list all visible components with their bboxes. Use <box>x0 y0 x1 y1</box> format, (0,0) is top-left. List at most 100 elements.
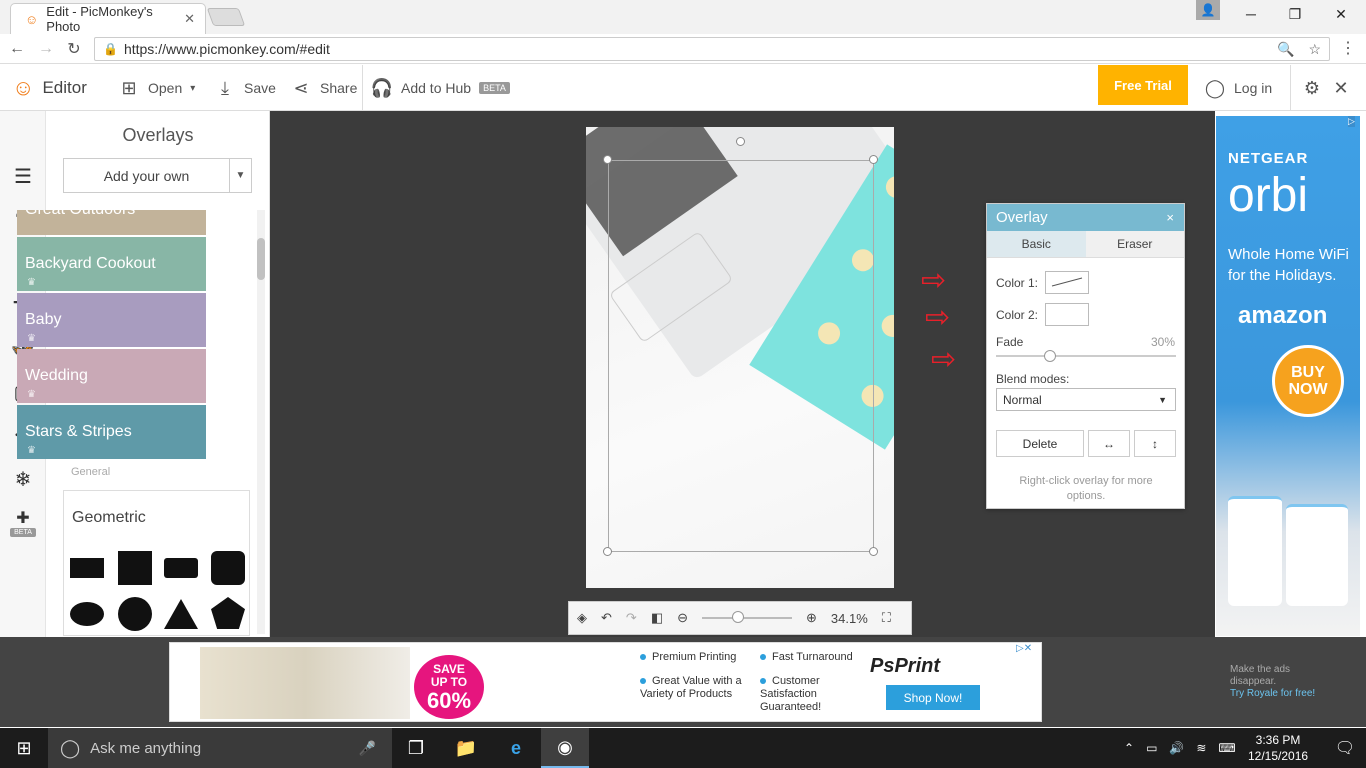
tab-close-icon[interactable]: ✕ <box>184 11 195 27</box>
battery-icon[interactable]: ▭ <box>1146 741 1157 755</box>
login-button[interactable]: ◯ Log in <box>1204 65 1272 111</box>
overlay-category-item[interactable]: Wedding ♛ <box>17 349 206 403</box>
fade-slider[interactable] <box>996 355 1176 357</box>
minimize-button[interactable]: ─ <box>1228 0 1274 28</box>
royale-crown-icon: ♛ <box>27 333 36 344</box>
beta-tool-icon[interactable]: ✚ BETA <box>8 507 38 537</box>
overlay-selection-frame[interactable] <box>608 160 874 552</box>
square-shape[interactable] <box>118 551 152 585</box>
reload-icon[interactable]: ↻ <box>63 38 85 60</box>
zoom-magnifier-icon[interactable]: 🔍 <box>1277 41 1294 58</box>
chevron-down-icon[interactable]: ▼ <box>229 159 251 192</box>
circle-shape[interactable] <box>118 597 152 631</box>
ellipse-shape[interactable] <box>70 602 104 626</box>
new-tab-button[interactable] <box>206 8 246 26</box>
overlay-category-item[interactable]: Backyard Cookout ♛ <box>17 237 206 291</box>
settings-button[interactable]: ⚙ <box>1290 65 1323 111</box>
overlay-category-item[interactable]: Baby ♛ <box>17 293 206 347</box>
router-image <box>1286 504 1348 606</box>
adjust-sliders-icon[interactable]: ☰ <box>8 161 38 191</box>
task-view-icon[interactable]: ❐ <box>392 728 440 768</box>
rounded-square-shape[interactable] <box>211 551 245 585</box>
chevron-up-icon[interactable]: ⌃ <box>1124 741 1134 755</box>
dialog-close-icon[interactable]: × <box>1166 210 1174 225</box>
color2-swatch[interactable] <box>1045 303 1089 326</box>
royale-link[interactable]: Try Royale for free! <box>1230 688 1315 700</box>
photo-canvas[interactable] <box>586 127 894 588</box>
add-your-own-button[interactable]: Add your own ▼ <box>63 158 252 193</box>
overlay-category-item[interactable]: Stars & Stripes ♛ <box>17 405 206 459</box>
bookmark-star-icon[interactable]: ☆ <box>1308 41 1321 58</box>
cortana-search[interactable]: ◯ Ask me anything 🎤 <box>48 728 392 768</box>
microphone-icon[interactable]: 🎤 <box>359 740 376 757</box>
zoom-toolbar: ◈ ↶ ↷ ◧ ⊖ ⊕ 34.1% ⛶ <box>568 601 912 635</box>
ad-choices-icon[interactable]: ▷ <box>1348 116 1355 127</box>
resize-handle[interactable] <box>869 155 878 164</box>
open-button[interactable]: ⊞ Open ▾ <box>118 65 195 111</box>
resize-handle[interactable] <box>603 547 612 556</box>
fullscreen-icon[interactable]: ⛶ <box>882 610 891 626</box>
scrollbar-thumb[interactable] <box>257 238 265 280</box>
profile-icon[interactable]: 👤 <box>1196 0 1220 20</box>
back-arrow-icon[interactable]: ← <box>6 38 28 60</box>
overlay-category-item[interactable]: Great Outdoors <box>17 210 206 235</box>
feature-item: Premium Printing <box>640 651 736 664</box>
color1-swatch[interactable] <box>1045 271 1089 294</box>
redo-icon[interactable]: ↷ <box>626 610 637 626</box>
themes-snowflake-icon[interactable]: ❄ <box>8 464 38 494</box>
fade-slider-knob[interactable] <box>1044 350 1056 362</box>
color2-label: Color 2: <box>996 308 1039 322</box>
browser-tab[interactable]: ☺ Edit - PicMonkey's Photo ✕ <box>10 3 206 34</box>
red-arrow-annotation: ⇨ <box>931 343 957 376</box>
panel-scrollbar[interactable] <box>257 210 265 634</box>
rounded-rectangle-shape[interactable] <box>164 558 198 578</box>
keyboard-icon[interactable]: ⌨ <box>1218 741 1235 755</box>
triangle-shape[interactable] <box>164 599 198 629</box>
dialog-header: Overlay × <box>987 204 1184 231</box>
tab-title: Edit - PicMonkey's Photo <box>46 4 153 34</box>
zoom-in-icon[interactable]: ⊕ <box>806 610 817 626</box>
file-explorer-icon[interactable]: 📁 <box>442 728 490 768</box>
internet-explorer-icon[interactable]: e <box>492 728 540 768</box>
share-button[interactable]: ⋖ Share <box>290 65 357 111</box>
psprint-banner-ad[interactable]: SAVE UP TO 60% Premium Printing Fast Tur… <box>169 642 1042 722</box>
resize-handle[interactable] <box>869 547 878 556</box>
flip-vertical-icon[interactable]: ↕ <box>1134 430 1176 457</box>
panel-title: Overlays <box>122 125 194 145</box>
maximize-button[interactable]: ❐ <box>1272 0 1318 28</box>
pentagon-shape[interactable] <box>211 597 245 629</box>
shop-now-button[interactable]: Shop Now! <box>886 685 980 710</box>
free-trial-button[interactable]: Free Trial <box>1098 65 1188 105</box>
wifi-icon[interactable]: ≋ <box>1196 741 1206 755</box>
windows-start-icon[interactable]: ⊞ <box>0 728 48 768</box>
rotate-handle[interactable] <box>736 137 745 146</box>
close-icon: ✕ <box>1333 77 1349 98</box>
close-window-button[interactable]: ✕ <box>1318 0 1364 28</box>
save-button[interactable]: ⤓ Save <box>214 65 276 111</box>
zoom-slider[interactable] <box>702 611 793 623</box>
add-to-hub-button[interactable]: 🎧 Add to Hub BETA <box>362 65 510 111</box>
netgear-ad[interactable]: NETGEAR orbi Whole Home WiFi for the Hol… <box>1216 116 1360 636</box>
close-editor-button[interactable]: ✕ <box>1330 65 1352 111</box>
tab-basic[interactable]: Basic <box>987 231 1086 257</box>
blend-mode-select[interactable]: Normal ▼ <box>996 388 1176 411</box>
chrome-icon[interactable]: ◉ <box>541 728 589 768</box>
resize-handle[interactable] <box>603 155 612 164</box>
rectangle-shape[interactable] <box>70 558 104 578</box>
flip-horizontal-icon[interactable]: ↔ <box>1088 430 1130 457</box>
compare-icon[interactable]: ◧ <box>651 610 663 626</box>
url-input[interactable]: 🔒 https://www.picmonkey.com/#edit 🔍 ☆ <box>94 37 1330 61</box>
forward-arrow-icon[interactable]: → <box>35 38 57 60</box>
delete-button[interactable]: Delete <box>996 430 1084 457</box>
browser-menu-icon[interactable]: ⋮ <box>1340 38 1356 58</box>
zoom-slider-knob[interactable] <box>732 611 745 623</box>
volume-icon[interactable]: 🔊 <box>1169 741 1184 755</box>
layers-icon[interactable]: ◈ <box>577 610 587 626</box>
ad-choices-icon[interactable]: ▷✕ <box>1016 643 1032 654</box>
buy-now-button[interactable]: BUY NOW <box>1272 345 1344 417</box>
tab-eraser[interactable]: Eraser <box>1085 231 1184 257</box>
taskbar-clock[interactable]: 3:36 PM 12/15/2016 <box>1248 732 1308 764</box>
notifications-icon[interactable]: 🗨 <box>1324 728 1366 768</box>
zoom-out-icon[interactable]: ⊖ <box>677 610 688 626</box>
undo-icon[interactable]: ↶ <box>601 610 612 626</box>
